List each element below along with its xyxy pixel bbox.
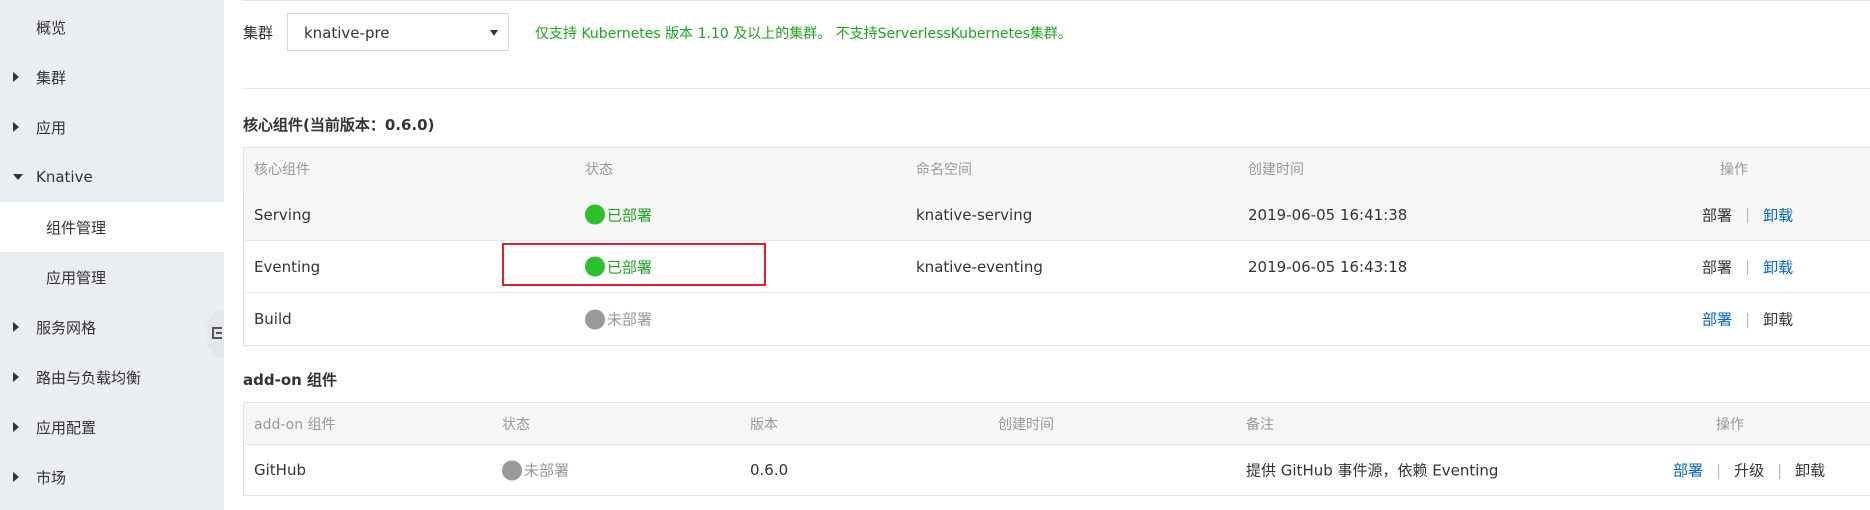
created-time: 2019-06-05 16:41:38 — [1248, 205, 1408, 224]
caret-down-icon — [13, 174, 23, 180]
column-header: 操作 — [1720, 161, 1748, 178]
action-separator: | — [1745, 310, 1751, 328]
sidebar-item-knative[interactable]: Knative — [0, 152, 224, 202]
upgrade-button[interactable]: 升级 — [1734, 460, 1764, 481]
sidebar-item-overview[interactable]: 概览 — [0, 2, 224, 52]
action-separator: | — [1716, 461, 1722, 479]
sidebar-item-component-management[interactable]: 组件管理 — [0, 202, 224, 252]
uninstall-button[interactable]: 卸载 — [1795, 460, 1825, 481]
status-badge: 已部署 — [585, 204, 652, 225]
sidebar-collapse-toggle[interactable] — [207, 310, 224, 358]
column-header: 命名空间 — [916, 161, 972, 178]
row-actions: 部署 | 卸载 — [1702, 256, 1793, 277]
table-row: GitHub 未部署 0.6.0 提供 GitHub 事件源，依赖 Eventi… — [244, 444, 1870, 496]
action-separator: | — [1777, 461, 1783, 479]
deploy-button[interactable]: 部署 — [1702, 204, 1732, 225]
status-dot-icon — [585, 204, 605, 225]
deploy-button[interactable]: 部署 — [1673, 460, 1703, 481]
sidebar-item-app-management[interactable]: 应用管理 — [0, 252, 224, 302]
row-actions: 部署 | 卸载 — [1702, 204, 1793, 225]
sidebar-item-apps[interactable]: 应用 — [0, 102, 224, 152]
column-header: 版本 — [750, 416, 778, 433]
cluster-notice: 仅支持 Kubernetes 版本 1.10 及以上的集群。 不支持Server… — [535, 26, 1072, 42]
caret-down-icon — [490, 30, 498, 36]
status-text: 已部署 — [607, 206, 653, 224]
divider — [243, 88, 1870, 89]
action-separator: | — [1745, 205, 1751, 224]
created-time: 2019-06-05 16:43:18 — [1248, 257, 1408, 276]
namespace: knative-eventing — [916, 257, 1043, 276]
caret-right-icon — [13, 122, 19, 132]
column-header: add-on 组件 — [254, 416, 336, 433]
addon-section-title: add-on 组件 — [243, 371, 338, 389]
caret-right-icon — [13, 322, 19, 332]
sidebar-item-label: 市场 — [36, 468, 67, 487]
row-actions: 部署 | 卸载 — [1702, 309, 1793, 330]
deploy-button[interactable]: 部署 — [1702, 256, 1732, 277]
sidebar-item-routing-lb[interactable]: 路由与负载均衡 — [0, 352, 224, 402]
column-header: 操作 — [1716, 416, 1744, 433]
sidebar-item-label: 服务网格 — [36, 318, 97, 337]
status-text: 已部署 — [607, 258, 653, 276]
collapse-icon — [212, 327, 222, 339]
sidebar: 概览 集群 应用 Knative 组件管理 应用管理 服务网格 路由与负载均衡 … — [0, 0, 224, 510]
status-badge: 未部署 — [585, 309, 652, 330]
sidebar-item-service-mesh[interactable]: 服务网格 — [0, 302, 224, 352]
sidebar-item-label: 组件管理 — [46, 218, 107, 237]
row-actions: 部署 | 升级 | 卸载 — [1673, 460, 1825, 481]
column-header: 创建时间 — [998, 416, 1054, 433]
sidebar-item-label: 应用 — [36, 118, 67, 137]
status-badge: 已部署 — [585, 256, 652, 277]
deploy-button[interactable]: 部署 — [1702, 309, 1732, 330]
column-header: 备注 — [1246, 416, 1274, 433]
status-dot-icon — [585, 256, 605, 277]
uninstall-button[interactable]: 卸载 — [1763, 256, 1793, 277]
sidebar-item-label: 应用配置 — [36, 418, 97, 437]
column-header: 核心组件 — [254, 161, 310, 178]
caret-right-icon — [13, 72, 19, 82]
table-row: Serving 已部署 knative-serving 2019-06-05 1… — [244, 189, 1870, 241]
main-content: 集群 knative-pre 仅支持 Kubernetes 版本 1.10 及以… — [243, 0, 1870, 510]
note: 提供 GitHub 事件源，依赖 Eventing — [1246, 461, 1499, 480]
cluster-label: 集群 — [243, 24, 274, 42]
caret-right-icon — [13, 372, 19, 382]
sidebar-item-label: 路由与负载均衡 — [36, 368, 142, 387]
sidebar-item-cluster[interactable]: 集群 — [0, 52, 224, 102]
core-components-table: 核心组件 状态 命名空间 创建时间 操作 Serving 已部署 knative… — [243, 147, 1870, 346]
divider — [243, 0, 1870, 1]
cluster-select-value: knative-pre — [304, 24, 390, 42]
column-header: 状态 — [585, 161, 613, 178]
table-row: Build 未部署 部署 | 卸载 — [244, 293, 1870, 345]
sidebar-item-label: Knative — [36, 168, 93, 186]
sidebar-item-label: 应用管理 — [46, 268, 107, 287]
cluster-select[interactable]: knative-pre — [287, 13, 509, 51]
namespace: knative-serving — [916, 205, 1033, 224]
uninstall-button[interactable]: 卸载 — [1763, 309, 1793, 330]
table-header: add-on 组件 状态 版本 创建时间 备注 操作 — [244, 403, 1870, 445]
sidebar-item-market[interactable]: 市场 — [0, 452, 224, 502]
addon-components-table: add-on 组件 状态 版本 创建时间 备注 操作 GitHub 未部署 0.… — [243, 402, 1870, 496]
column-header: 状态 — [502, 416, 530, 433]
status-dot-icon — [502, 460, 522, 480]
table-header: 核心组件 状态 命名空间 创建时间 操作 — [244, 148, 1870, 190]
uninstall-button[interactable]: 卸载 — [1763, 204, 1793, 225]
column-header: 创建时间 — [1248, 161, 1304, 178]
component-name: Eventing — [254, 257, 321, 276]
caret-right-icon — [13, 422, 19, 432]
action-separator: | — [1745, 257, 1751, 276]
component-name: Build — [254, 310, 292, 328]
caret-right-icon — [13, 472, 19, 482]
status-text: 未部署 — [524, 461, 570, 480]
sidebar-item-app-config[interactable]: 应用配置 — [0, 402, 224, 452]
component-name: Serving — [254, 205, 311, 224]
status-badge: 未部署 — [502, 460, 569, 481]
core-section-title: 核心组件(当前版本：0.6.0) — [243, 116, 435, 134]
component-name: GitHub — [254, 461, 306, 479]
table-row: Eventing 已部署 knative-eventing 2019-06-05… — [244, 241, 1870, 293]
status-dot-icon — [585, 309, 605, 329]
sidebar-item-label: 概览 — [36, 18, 67, 37]
version: 0.6.0 — [750, 461, 789, 479]
sidebar-item-label: 集群 — [36, 68, 67, 87]
status-text: 未部署 — [607, 310, 653, 329]
